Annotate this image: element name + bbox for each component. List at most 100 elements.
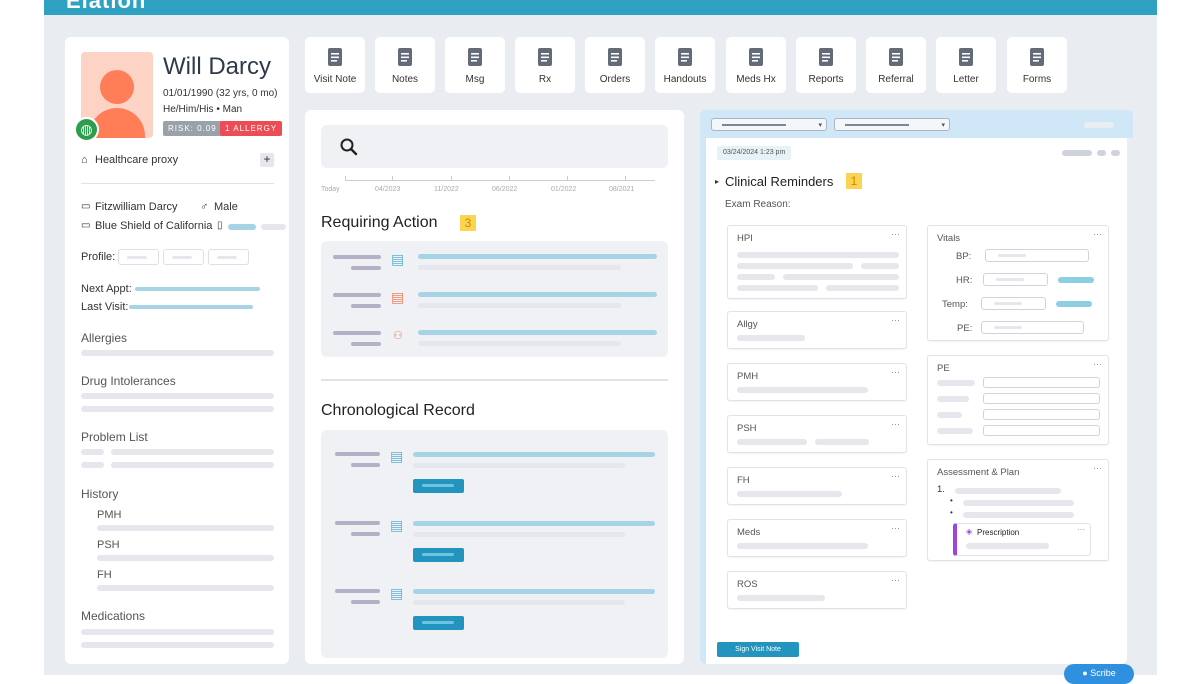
drug-intolerances-heading[interactable]: Drug Intolerances bbox=[81, 374, 176, 388]
history-psh[interactable]: PSH bbox=[97, 539, 120, 551]
pe-input[interactable] bbox=[981, 321, 1084, 334]
toolbar-label: Rx bbox=[538, 74, 552, 85]
profile-chip[interactable] bbox=[118, 249, 159, 265]
visit-option[interactable] bbox=[1097, 150, 1106, 156]
top-bar: Elation bbox=[44, 0, 1157, 15]
visit-option[interactable] bbox=[1111, 150, 1120, 156]
healthcare-proxy-label: Healthcare proxy bbox=[95, 154, 179, 166]
toolbar-label: Forms bbox=[1022, 74, 1052, 85]
history-heading[interactable]: History bbox=[81, 487, 118, 501]
tag-icon: ⌂ bbox=[81, 154, 88, 166]
search-input[interactable] bbox=[321, 125, 668, 168]
toolbar-reports-button[interactable]: Reports bbox=[796, 37, 856, 93]
open-record-button[interactable] bbox=[413, 548, 464, 562]
pe-field[interactable] bbox=[983, 409, 1100, 420]
fh-card[interactable]: FH ··· bbox=[727, 467, 907, 505]
document-icon: ▤ bbox=[391, 251, 405, 267]
toolbar-letter-button[interactable]: Letter bbox=[936, 37, 996, 93]
globe-icon[interactable]: ◍ bbox=[74, 117, 99, 142]
temp-status bbox=[1056, 301, 1092, 307]
placeholder-line bbox=[81, 406, 274, 412]
clipboard-icon: ▤ bbox=[390, 585, 404, 601]
expand-caret-icon[interactable]: ▸ bbox=[715, 177, 719, 186]
add-proxy-button[interactable]: + bbox=[260, 153, 274, 167]
bp-input[interactable] bbox=[985, 249, 1089, 262]
hpi-card[interactable]: HPI ··· bbox=[727, 225, 907, 299]
toolbar-notes-button[interactable]: Notes bbox=[375, 37, 435, 93]
timeline-label[interactable]: 08/2021 bbox=[609, 186, 634, 193]
allergy-card[interactable]: Allgy ··· bbox=[727, 311, 907, 349]
template-select[interactable]: ▾ bbox=[834, 118, 950, 131]
list-icon: ▤ bbox=[391, 289, 405, 305]
male-icon: ♂ bbox=[200, 201, 209, 213]
user-icon: ⚇ bbox=[393, 330, 403, 342]
more-icon[interactable]: ··· bbox=[1077, 525, 1085, 534]
pmh-card[interactable]: PMH ··· bbox=[727, 363, 907, 401]
visit-option[interactable] bbox=[1062, 150, 1092, 156]
timeline-label[interactable]: 01/2022 bbox=[551, 186, 576, 193]
visit-date[interactable]: 03/24/2024 1:23 pm bbox=[717, 146, 792, 160]
meds-card[interactable]: Meds ··· bbox=[727, 519, 907, 557]
placeholder-line bbox=[97, 585, 274, 591]
timeline-label[interactable]: 06/2022 bbox=[492, 186, 517, 193]
timeline-label[interactable]: 04/2023 bbox=[375, 186, 400, 193]
assessment-plan-card[interactable]: Assessment & Plan ··· 1. • • ◈ Prescripti… bbox=[927, 459, 1109, 561]
open-record-button[interactable] bbox=[413, 616, 464, 630]
toolbar-meds-hx-button[interactable]: Meds Hx bbox=[726, 37, 786, 93]
next-appt-value[interactable] bbox=[135, 287, 260, 291]
patient-name: Will Darcy bbox=[163, 53, 271, 80]
pe-field[interactable] bbox=[983, 425, 1100, 436]
patient-panel: ◍ Will Darcy 01/01/1990 (32 yrs, 0 mo) H… bbox=[65, 37, 289, 664]
id-card-icon: ▭ bbox=[81, 201, 91, 212]
pe-field[interactable] bbox=[983, 393, 1100, 404]
header-action[interactable] bbox=[1084, 122, 1114, 128]
allergy-badge[interactable]: 1 ALLERGY bbox=[220, 121, 283, 136]
list-item[interactable]: ⚇ bbox=[321, 317, 668, 355]
visit-type-select[interactable]: ▾ bbox=[711, 118, 827, 131]
open-record-button[interactable] bbox=[413, 479, 464, 493]
medications-heading[interactable]: Medications bbox=[81, 609, 145, 623]
pill-icon bbox=[515, 46, 575, 68]
list-item[interactable]: ▤ bbox=[321, 514, 668, 574]
toolbar-label: Notes bbox=[391, 74, 419, 85]
temp-input[interactable] bbox=[981, 297, 1046, 310]
last-visit-value[interactable] bbox=[129, 305, 253, 309]
sign-visit-note-button[interactable]: Sign Visit Note bbox=[717, 642, 799, 657]
list-item[interactable]: ▤ bbox=[321, 279, 668, 317]
toolbar-rx-button[interactable]: Rx bbox=[515, 37, 575, 93]
prescription-item[interactable]: ◈ Prescription ··· bbox=[953, 523, 1091, 556]
hpi-title: HPI bbox=[737, 233, 753, 244]
pe-card[interactable]: PE ··· bbox=[927, 355, 1109, 445]
scribe-button[interactable]: ● Scribe bbox=[1064, 664, 1134, 684]
allergies-heading[interactable]: Allergies bbox=[81, 331, 127, 345]
profile-chip[interactable] bbox=[208, 249, 249, 265]
scribe-label: Scribe bbox=[1090, 668, 1116, 678]
app-window: Elation ◍ Will Darcy 01/01/1990 (32 yrs,… bbox=[44, 0, 1157, 675]
placeholder-line bbox=[81, 350, 274, 356]
requiring-action-list: ▤ ▤ ⚇ bbox=[321, 241, 668, 357]
toolbar-visit-note-button[interactable]: Visit Note bbox=[305, 37, 365, 93]
psh-card[interactable]: PSH ··· bbox=[727, 415, 907, 453]
list-item[interactable]: ▤ bbox=[321, 241, 668, 279]
toolbar-forms-button[interactable]: Forms bbox=[1007, 37, 1067, 93]
toolbar-referral-button[interactable]: Referral bbox=[866, 37, 926, 93]
problem-list-heading[interactable]: Problem List bbox=[81, 430, 148, 444]
envelope-icon bbox=[936, 46, 996, 68]
list-item[interactable]: ▤ bbox=[321, 582, 668, 642]
clinical-reminders-heading[interactable]: Clinical Reminders bbox=[725, 174, 833, 189]
profile-chip[interactable] bbox=[163, 249, 204, 265]
toolbar-msg-button[interactable]: Msg bbox=[445, 37, 505, 93]
toolbar-handouts-button[interactable]: Handouts bbox=[655, 37, 715, 93]
requiring-action-count: 3 bbox=[460, 215, 476, 231]
vitals-card[interactable]: Vitals ··· BP: HR: Temp: PE: bbox=[927, 225, 1109, 341]
ros-card[interactable]: ROS ··· bbox=[727, 571, 907, 609]
timeline-label[interactable]: Today bbox=[321, 186, 340, 193]
timeline-label[interactable]: 11/2022 bbox=[434, 186, 459, 193]
history-fh[interactable]: FH bbox=[97, 569, 112, 581]
list-item[interactable]: ▤ bbox=[321, 442, 668, 502]
patient-sex: Male bbox=[214, 201, 238, 213]
pe-field[interactable] bbox=[983, 377, 1100, 388]
history-pmh[interactable]: PMH bbox=[97, 509, 121, 521]
toolbar-orders-button[interactable]: Orders bbox=[585, 37, 645, 93]
hr-input[interactable] bbox=[983, 273, 1048, 286]
